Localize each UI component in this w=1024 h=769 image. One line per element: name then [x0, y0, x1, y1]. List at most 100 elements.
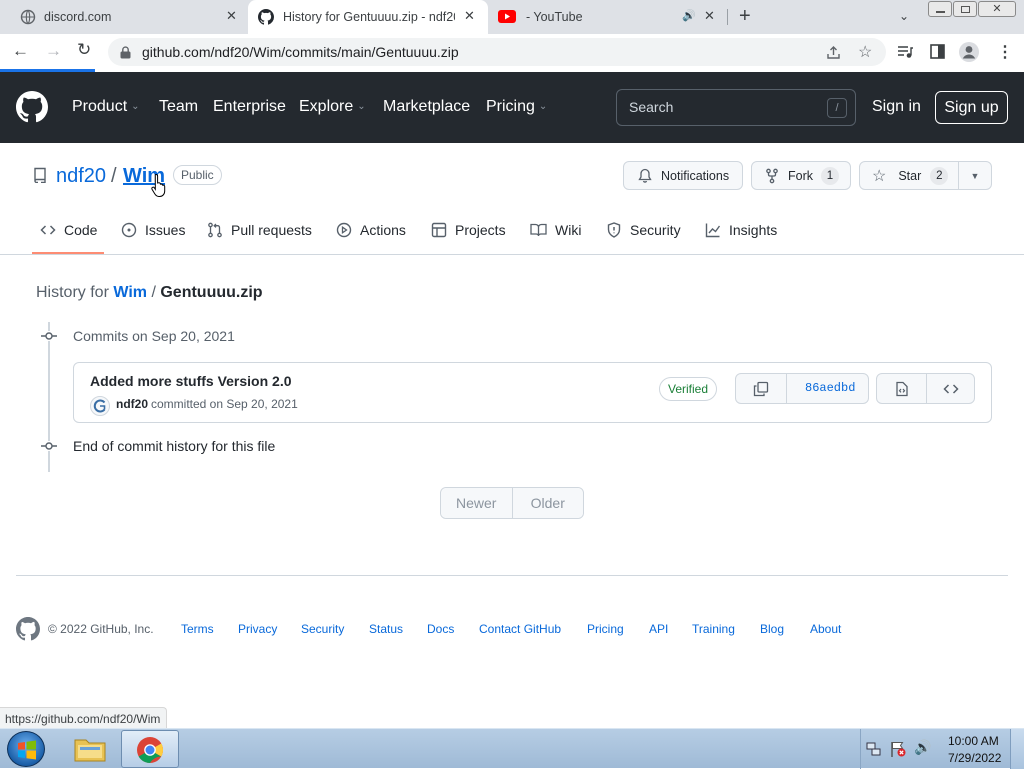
side-panel-icon[interactable] [930, 44, 945, 59]
footer-link-docs[interactable]: Docs [427, 622, 454, 636]
menu-kebab-icon[interactable]: ⋮ [997, 42, 1013, 62]
restore-button[interactable] [953, 1, 977, 17]
github-logo-icon[interactable] [16, 617, 40, 641]
star-icon: ☆ [872, 167, 887, 185]
close-tab-icon[interactable]: ✕ [226, 8, 237, 24]
nav-team[interactable]: Team [159, 98, 198, 116]
pull-request-icon [208, 222, 222, 238]
view-file-button[interactable] [877, 374, 927, 403]
media-control-icon[interactable] [897, 45, 913, 59]
older-button[interactable]: Older [512, 488, 583, 518]
github-logo-icon[interactable] [16, 91, 48, 123]
tab-issues[interactable]: Issues [121, 222, 185, 238]
footer-link-training[interactable]: Training [692, 622, 735, 636]
nav-enterprise[interactable]: Enterprise [213, 98, 286, 116]
tab-discord[interactable]: discord.com ✕ [8, 0, 246, 34]
tab-projects[interactable]: Projects [431, 222, 506, 238]
newer-button[interactable]: Newer [441, 488, 513, 518]
link-status-bubble: https://github.com/ndf20/Wim [0, 707, 168, 728]
tab-title: discord.com [44, 10, 112, 24]
copy-sha-button[interactable] [736, 374, 787, 403]
pagination: Newer Older [440, 487, 584, 519]
speaker-icon[interactable]: 🔊 [682, 9, 696, 22]
browse-repo-button[interactable] [927, 374, 974, 403]
show-desktop-button[interactable] [1010, 729, 1024, 769]
breadcrumb-repo-link[interactable]: Wim [113, 284, 147, 301]
footer-link-status[interactable]: Status [369, 622, 403, 636]
clock-date[interactable]: 7/29/2022 [948, 751, 1001, 765]
profile-avatar-icon[interactable] [959, 42, 979, 62]
commit-author-link[interactable]: ndf20 [116, 397, 148, 411]
footer-link-pricing[interactable]: Pricing [587, 622, 624, 636]
footer-link-api[interactable]: API [649, 622, 668, 636]
footer-link-privacy[interactable]: Privacy [238, 622, 277, 636]
volume-icon[interactable]: 🔊 [914, 739, 931, 756]
nav-explore[interactable]: Explore ⌄ [299, 98, 366, 116]
bookmark-star-icon[interactable]: ☆ [858, 42, 872, 62]
windows-logo-icon [18, 740, 36, 760]
close-tab-icon[interactable]: ✕ [464, 8, 475, 24]
nav-marketplace[interactable]: Marketplace [383, 98, 470, 116]
end-of-history: End of commit history for this file [73, 438, 276, 454]
footer-link-about[interactable]: About [810, 622, 841, 636]
action-center-flag-icon[interactable] [890, 741, 906, 757]
browser-toolbar: ← → ↻ github.com/ndf20/Wim/commits/main/… [0, 34, 1024, 70]
repo-owner-link[interactable]: ndf20 [56, 165, 106, 188]
nav-label: Pricing [486, 98, 535, 115]
footer-copyright: © 2022 GitHub, Inc. [48, 622, 154, 636]
minimize-button[interactable] [928, 1, 952, 17]
tab-insights[interactable]: Insights [705, 222, 777, 238]
tab-security[interactable]: Security [606, 222, 681, 238]
forward-icon[interactable]: → [45, 41, 62, 61]
new-tab-icon[interactable]: + [739, 5, 751, 28]
reload-icon[interactable]: ↻ [77, 40, 91, 60]
fork-icon [766, 168, 778, 183]
tab-github-history[interactable]: History for Gentuuuu.zip - ndf20 ✕ [248, 0, 488, 34]
url-text: github.com/ndf20/Wim/commits/main/Gentuu… [142, 44, 459, 60]
share-icon[interactable] [826, 45, 841, 60]
commit-message-link[interactable]: Added more stuffs Version 2.0 [90, 373, 292, 389]
footer-link-blog[interactable]: Blog [760, 622, 784, 636]
fork-button[interactable]: Fork 1 [751, 161, 851, 190]
network-icon[interactable] [866, 742, 882, 757]
author-avatar[interactable] [90, 396, 110, 416]
notifications-button[interactable]: Notifications [623, 161, 743, 190]
sign-in-link[interactable]: Sign in [872, 98, 921, 116]
tab-search-chevron-icon[interactable]: ⌄ [899, 9, 909, 23]
star-counter: 2 [930, 166, 949, 185]
graph-icon [705, 223, 721, 238]
tab-pull-requests[interactable]: Pull requests [207, 222, 312, 238]
tab-code[interactable]: Code [40, 222, 97, 238]
footer-link-contact[interactable]: Contact GitHub [479, 622, 561, 636]
footer-link-terms[interactable]: Terms [181, 622, 214, 636]
tab-actions[interactable]: Actions [336, 222, 406, 238]
fork-counter: 1 [821, 166, 839, 185]
nav-product[interactable]: Product ⌄ [72, 98, 140, 116]
close-window-button[interactable]: ✕ [978, 1, 1016, 17]
clock-time[interactable]: 10:00 AM [948, 734, 999, 748]
chrome-icon [137, 737, 164, 764]
issue-icon [121, 222, 137, 238]
bell-icon [638, 168, 652, 183]
tab-label: Insights [729, 222, 778, 238]
breadcrumb-file: Gentuuuu.zip [160, 284, 263, 301]
verified-badge[interactable]: Verified [659, 377, 718, 401]
sign-up-button[interactable]: Sign up [935, 91, 1008, 124]
star-list-dropdown[interactable]: ▼ [958, 161, 992, 190]
footer-link-security[interactable]: Security [301, 622, 344, 636]
taskbar-explorer[interactable] [65, 731, 115, 767]
nav-pricing[interactable]: Pricing ⌄ [486, 98, 547, 116]
triangle-down-icon: ▼ [970, 170, 980, 181]
nav-label: Explore [299, 98, 354, 115]
tab-wiki[interactable]: Wiki [530, 222, 581, 238]
close-tab-icon[interactable]: ✕ [704, 8, 715, 24]
taskbar-chrome[interactable] [121, 730, 179, 768]
start-button[interactable] [7, 731, 45, 767]
tab-youtube[interactable]: - YouTube 🔊 ✕ [490, 0, 726, 34]
tab-label: Projects [455, 222, 506, 238]
back-icon[interactable]: ← [12, 41, 29, 61]
search-input[interactable]: Search / [616, 89, 856, 126]
commit-sha-link[interactable]: 86aedbd [805, 381, 855, 395]
omnibox[interactable]: github.com/ndf20/Wim/commits/main/Gentuu… [108, 38, 886, 66]
star-button[interactable]: ☆ Star 2 [859, 161, 959, 190]
